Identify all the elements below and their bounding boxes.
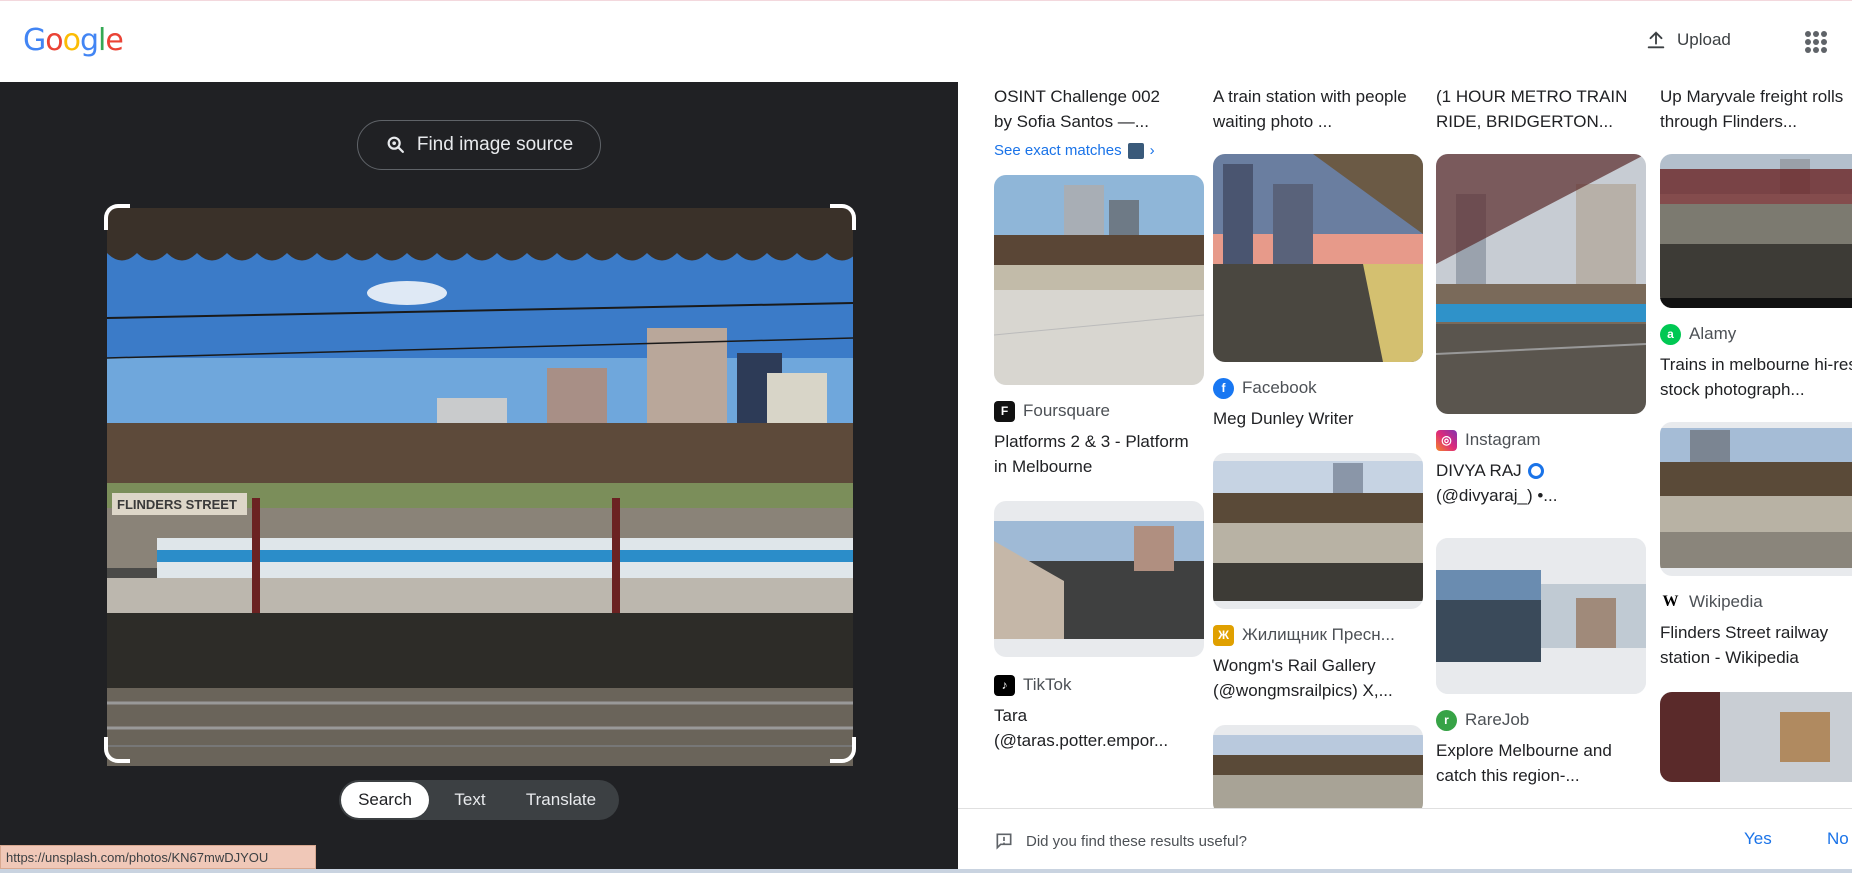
crop-handle-bottom-left[interactable] [104, 737, 130, 763]
result-source[interactable]: F Foursquare [994, 397, 1204, 425]
result-title[interactable]: Trains in melbourne hi-res stock photogr… [1660, 352, 1852, 402]
crop-handle-top-left[interactable] [104, 204, 130, 230]
source-name: Facebook [1242, 378, 1317, 397]
result-source[interactable]: Ж Жилищник Пресн... [1213, 621, 1423, 649]
result-thumbnail[interactable] [1436, 154, 1646, 414]
status-bar-url: https://unsplash.com/photos/KN67mwDJYOU [0, 845, 316, 869]
result-title[interactable]: Platforms 2 & 3 - Platform in Melbourne [994, 429, 1204, 479]
foursquare-icon: F [994, 400, 1015, 422]
result-title-text: DIVYA RAJ [1436, 461, 1522, 480]
results-column-3: (1 HOUR METRO TRAIN RIDE, BRIDGERTON... … [1436, 82, 1646, 788]
feedback-no-button[interactable]: No [1827, 829, 1849, 849]
rarejob-icon: r [1436, 709, 1457, 731]
result-title[interactable]: Flinders Street railway station - Wikipe… [1660, 620, 1852, 670]
result-title[interactable]: Up Maryvale freight rolls through Flinde… [1660, 84, 1852, 134]
thumbnail-icon [1127, 142, 1144, 159]
find-image-source-label: Find image source [416, 134, 574, 155]
upload-button[interactable]: Upload [1645, 29, 1731, 51]
window-bottom-edge [0, 869, 1852, 873]
feedback-question: Did you find these results useful? [994, 831, 1247, 851]
result-thumbnail[interactable] [1213, 725, 1423, 815]
chevron-right-icon: › [1149, 142, 1155, 159]
result-thumbnail[interactable] [1660, 422, 1852, 576]
result-title[interactable]: Tara (@taras.potter.empor... [994, 703, 1204, 753]
verified-icon [1527, 462, 1544, 479]
result-source[interactable]: ♪ TikTok [994, 671, 1204, 699]
selected-image[interactable]: FLINDERS STREET [107, 208, 853, 766]
feedback-question-text: Did you find these results useful? [1026, 832, 1247, 850]
lens-panel: Find image source FLINDERS STREET Search… [0, 82, 958, 873]
source-name: Alamy [1689, 324, 1737, 343]
feedback-yes-button[interactable]: Yes [1744, 829, 1772, 849]
wikipedia-icon: W [1660, 591, 1681, 613]
result-title-handle[interactable]: (@divyaraj_) •... [1436, 483, 1646, 508]
result-thumbnail[interactable] [1436, 538, 1646, 694]
upload-icon [1647, 31, 1665, 49]
source-name: Wikipedia [1689, 592, 1763, 611]
result-title[interactable]: Explore Melbourne and catch this region-… [1436, 738, 1646, 788]
results-column-4: Up Maryvale freight rolls through Flinde… [1660, 82, 1852, 782]
result-source[interactable]: a Alamy [1660, 320, 1852, 348]
source-name: RareJob [1465, 710, 1530, 729]
result-title[interactable]: DIVYA RAJ [1436, 458, 1646, 483]
source-name: TikTok [1023, 675, 1072, 694]
result-title[interactable]: OSINT Challenge 002 by Sofia Santos —... [994, 84, 1164, 134]
tiktok-icon: ♪ [994, 674, 1015, 696]
lens-search-icon [387, 136, 404, 153]
upload-label: Upload [1677, 30, 1731, 49]
mode-translate-tab[interactable]: Translate [511, 782, 611, 818]
result-thumbnail[interactable] [1213, 154, 1423, 362]
source-name: Жилищник Пресн... [1242, 625, 1395, 644]
feedback-bar: Did you find these results useful? Yes N… [958, 808, 1852, 870]
result-title-text: Up Maryvale freight rolls through Flinde… [1660, 87, 1844, 131]
mode-search-tab[interactable]: Search [341, 782, 429, 818]
result-title[interactable]: Wongm's Rail Gallery (@wongmsrailpics) X… [1213, 653, 1423, 703]
top-header: Google Upload [0, 0, 1852, 82]
station-sign-text: FLINDERS STREET [117, 497, 237, 512]
mode-text-tab[interactable]: Text [429, 782, 511, 818]
result-source[interactable]: ◎ Instagram [1436, 426, 1646, 454]
result-title[interactable]: (1 HOUR METRO TRAIN RIDE, BRIDGERTON... [1436, 84, 1641, 134]
source-name: Instagram [1465, 430, 1541, 449]
result-thumbnail[interactable] [1660, 154, 1852, 308]
see-exact-matches-link[interactable]: See exact matches › [994, 142, 1204, 159]
google-logo[interactable]: Google [23, 23, 124, 58]
see-exact-matches-label: See exact matches [994, 142, 1122, 159]
find-image-source-button[interactable]: Find image source [357, 120, 601, 170]
result-title[interactable]: Meg Dunley Writer [1213, 406, 1423, 431]
result-thumbnail[interactable] [994, 501, 1204, 657]
lens-mode-switcher: Search Text Translate [339, 780, 619, 820]
alamy-icon: a [1660, 323, 1681, 345]
result-title[interactable]: A train station with people waiting phot… [1213, 84, 1418, 134]
result-thumbnail[interactable] [994, 175, 1204, 385]
results-column-2: A train station with people waiting phot… [1213, 82, 1423, 815]
result-thumbnail[interactable] [1660, 692, 1852, 782]
google-apps-icon[interactable] [1805, 31, 1827, 53]
result-thumbnail[interactable] [1213, 453, 1423, 609]
zhilishnik-icon: Ж [1213, 624, 1234, 646]
feedback-icon [996, 833, 1012, 850]
train-station-photo: FLINDERS STREET [107, 208, 853, 766]
results-panel: OSINT Challenge 002 by Sofia Santos —...… [958, 82, 1852, 873]
result-source[interactable]: r RareJob [1436, 706, 1646, 734]
result-source[interactable]: f Facebook [1213, 374, 1423, 402]
results-column-1: OSINT Challenge 002 by Sofia Santos —...… [994, 82, 1204, 753]
source-name: Foursquare [1023, 401, 1110, 420]
instagram-icon: ◎ [1436, 429, 1457, 451]
result-source[interactable]: W Wikipedia [1660, 588, 1852, 616]
crop-handle-top-right[interactable] [830, 204, 856, 230]
facebook-icon: f [1213, 377, 1234, 399]
